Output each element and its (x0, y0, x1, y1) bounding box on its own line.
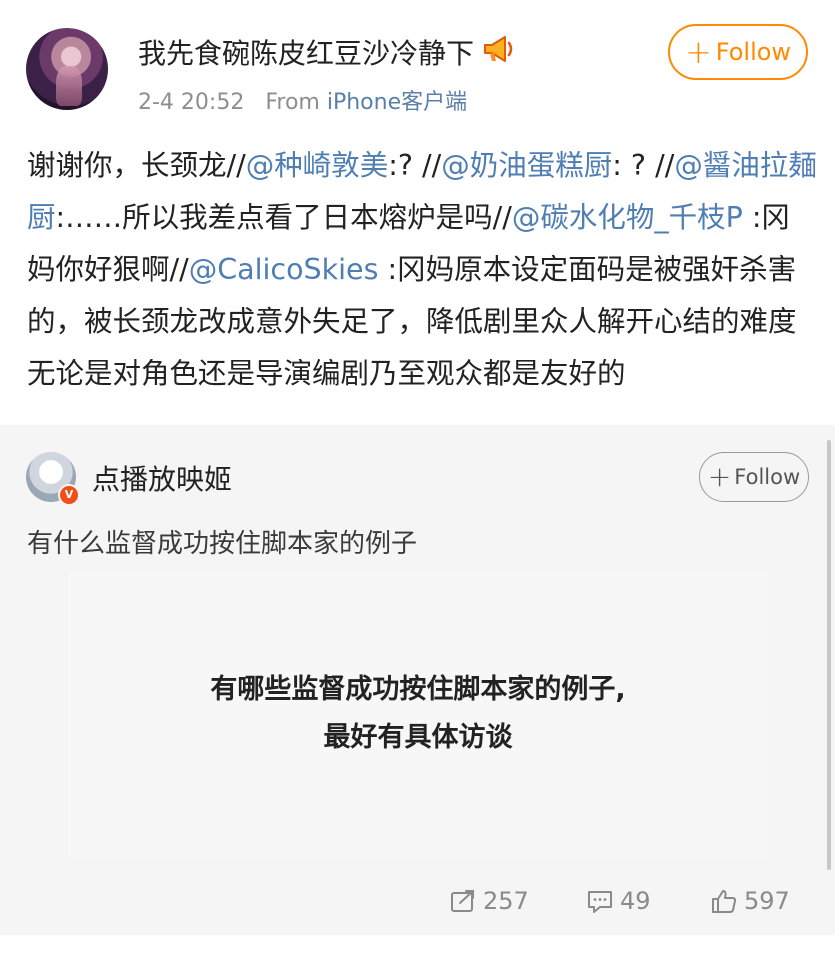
reposted-card[interactable]: V 点播放映姬 + Follow 有什么监督成功按住脚本家的例子 有哪些监督成功… (0, 425, 835, 935)
post-text-segment: :……所以我差点看了日本熔炉是吗// (55, 201, 512, 234)
plus-icon: + (707, 460, 732, 493)
source-link[interactable]: iPhone客户端 (327, 90, 467, 115)
post-header: 我先食碗陈皮红豆沙冷静下 2-4 20:52 From iPhone客户端 + … (0, 0, 835, 125)
mention-link[interactable]: @CalicoSkies (189, 253, 379, 286)
comment-button[interactable]: 49 (586, 887, 651, 915)
follow-label: Follow (734, 465, 801, 489)
share-icon (451, 890, 474, 912)
post-username[interactable]: 我先食碗陈皮红豆沙冷静下 (138, 32, 516, 74)
repost-avatar[interactable]: V (26, 452, 80, 506)
repost-follow-button[interactable]: + Follow (699, 452, 809, 502)
post-meta: 2-4 20:52 From iPhone客户端 (138, 84, 467, 116)
scrollbar[interactable] (827, 440, 831, 870)
share-button[interactable]: 257 (449, 887, 529, 915)
post-text-segment: :? // (388, 149, 442, 182)
follow-button[interactable]: + Follow (668, 24, 808, 80)
thumbs-up-icon (712, 890, 737, 913)
image-text-line-1: 有哪些监督成功按住脚本家的例子, (210, 674, 626, 705)
post-body-text: 谢谢你，长颈龙//@种崎敦美:? //@奶油蛋糕厨: ? //@醤油拉麺厨:……… (27, 140, 817, 400)
post-time: 2-4 20:52 (138, 90, 245, 115)
action-bar: 257 49 597 (0, 865, 835, 935)
post-text-segment: 谢谢你，长颈龙// (27, 149, 246, 182)
follow-label: Follow (715, 38, 792, 66)
plus-icon: + (684, 33, 712, 71)
comment-icon (588, 891, 612, 913)
mention-link[interactable]: @种崎敦美 (246, 149, 389, 182)
image-text-line-2: 最好有具体访谈 (323, 722, 513, 753)
from-label: From (265, 90, 320, 115)
megaphone-icon (482, 34, 516, 71)
verified-badge-icon: V (58, 484, 80, 506)
like-button[interactable]: 597 (710, 887, 790, 915)
repost-username[interactable]: 点播放映姬 (92, 458, 232, 498)
repost-text: 有什么监督成功按住脚本家的例子 (27, 529, 418, 559)
mention-link[interactable]: @碳水化物_千枝P (512, 201, 743, 234)
like-count: 597 (744, 887, 790, 915)
comment-count: 49 (620, 887, 651, 915)
repost-image[interactable]: 有哪些监督成功按住脚本家的例子, 最好有具体访谈 (68, 570, 768, 858)
post-text-segment: : ? // (612, 149, 675, 182)
username-text[interactable]: 我先食碗陈皮红豆沙冷静下 (138, 37, 474, 70)
avatar[interactable] (26, 28, 108, 110)
share-count: 257 (483, 887, 529, 915)
mention-link[interactable]: @奶油蛋糕厨 (441, 149, 612, 182)
